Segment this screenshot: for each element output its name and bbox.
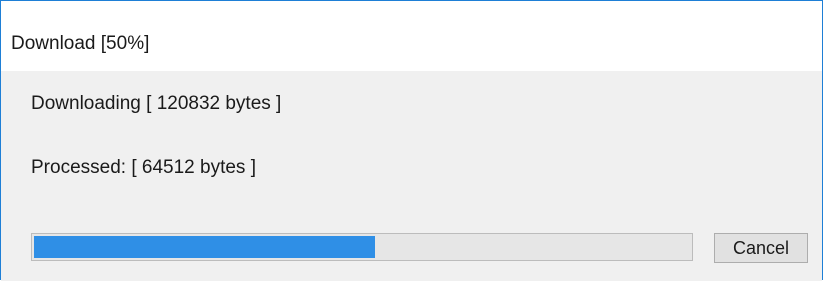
downloading-status: Downloading [ 120832 bytes ] bbox=[31, 93, 282, 114]
download-dialog: Download [50%] Downloading [ 120832 byte… bbox=[0, 0, 823, 281]
title-bar[interactable]: Download [50%] bbox=[1, 1, 822, 71]
progress-fill bbox=[34, 236, 375, 258]
cancel-button[interactable]: Cancel bbox=[714, 233, 808, 263]
download-progress-bar bbox=[31, 233, 693, 261]
window-title: Download [50%] bbox=[11, 33, 150, 54]
dialog-body: Downloading [ 120832 bytes ] Processed: … bbox=[1, 71, 822, 281]
processed-status: Processed: [ 64512 bytes ] bbox=[31, 157, 256, 178]
